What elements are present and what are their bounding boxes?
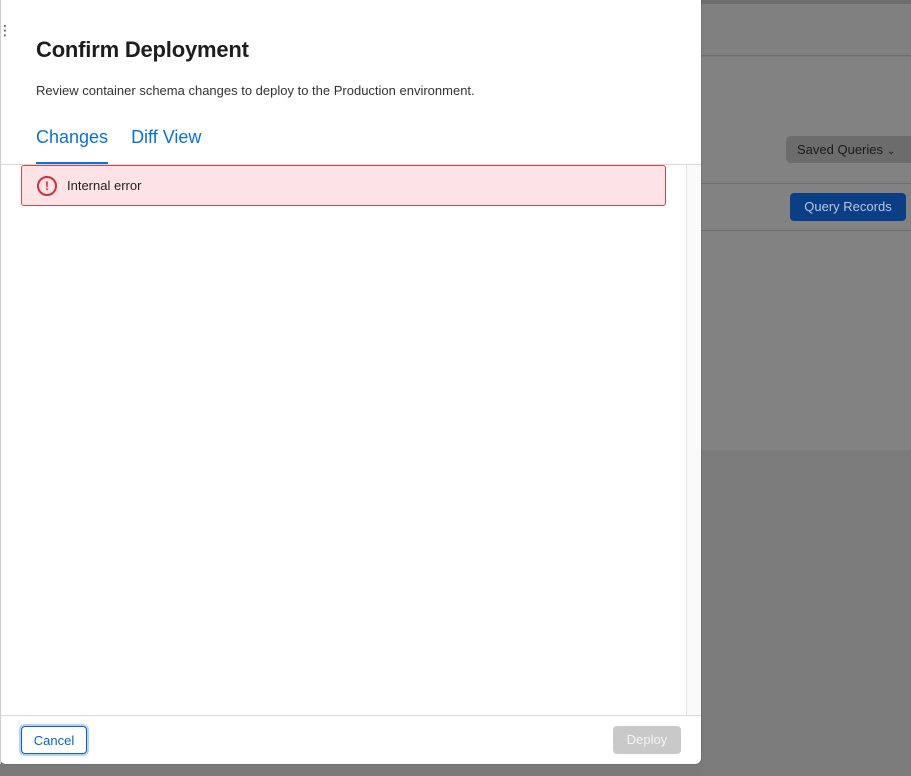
tab-bar: Changes Diff View (36, 124, 201, 164)
saved-queries-button: Saved Queries ⌄ (786, 136, 911, 163)
error-banner: ! Internal error (21, 165, 666, 206)
background-header (700, 4, 911, 56)
background-panel (700, 57, 911, 450)
background-divider (700, 183, 911, 184)
background-lower-area (700, 450, 911, 776)
changes-content: ! Internal error (0, 165, 701, 715)
confirm-deployment-dialog: ⋮ Confirm Deployment Review container sc… (0, 0, 701, 764)
error-message: Internal error (67, 178, 142, 193)
deploy-button[interactable]: Deploy (613, 726, 681, 754)
chevron-down-icon: ⌄ (887, 146, 896, 157)
exclamation-circle-icon: ! (37, 175, 57, 196)
cancel-button[interactable]: Cancel (21, 726, 87, 754)
query-records-label: Query Records (804, 199, 892, 214)
dialog-title: Confirm Deployment (36, 37, 249, 62)
dialog-subtitle: Review container schema changes to deplo… (36, 83, 475, 98)
saved-queries-label: Saved Queries (797, 142, 883, 157)
query-records-button: Query Records (790, 193, 906, 221)
close-icon[interactable]: ⋮ (0, 22, 12, 39)
tab-diff-view[interactable]: Diff View (131, 124, 201, 164)
footer-divider (0, 715, 701, 716)
background-divider (700, 230, 911, 231)
tab-changes[interactable]: Changes (36, 124, 109, 164)
vertical-scrollbar[interactable] (686, 165, 701, 715)
